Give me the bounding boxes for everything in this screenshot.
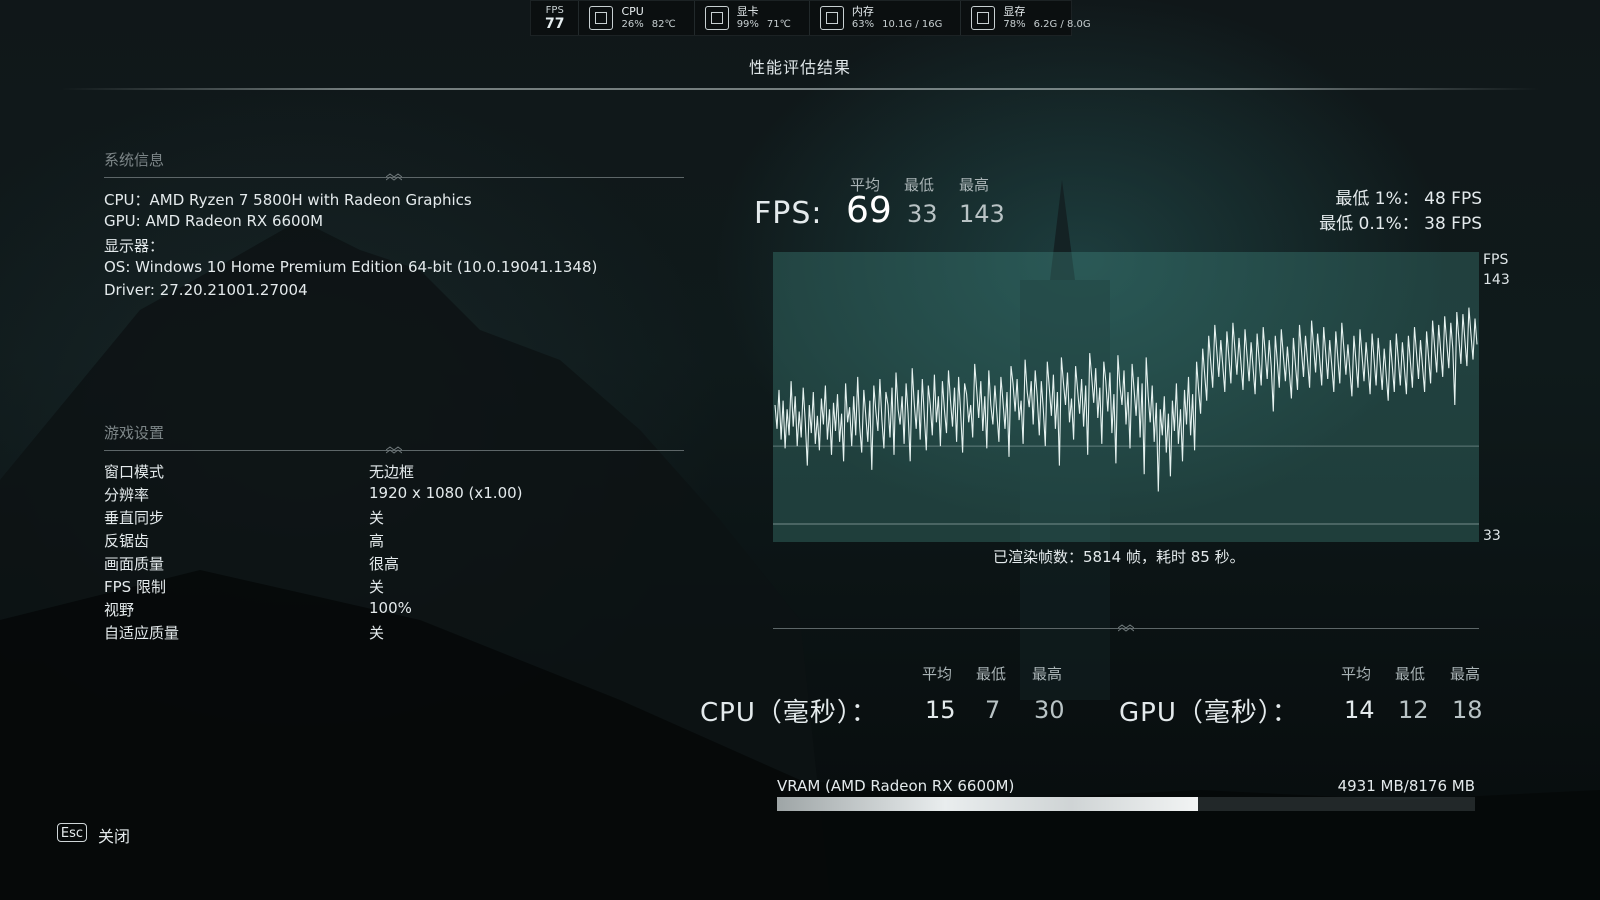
- setting-value-fps-limit: 关: [369, 578, 385, 596]
- overlay-gpu-usage: 99%: [736, 19, 759, 30]
- esc-key-hint[interactable]: Esc: [57, 823, 87, 842]
- overlay-vram: 显存 78% 6.2G / 8.0G: [961, 1, 1108, 35]
- fps-label: FPS:: [754, 196, 823, 231]
- divider-ornament-icon: [1118, 624, 1134, 632]
- chart-y-tick-max: 143: [1483, 272, 1510, 288]
- vram-label: VRAM (AMD Radeon RX 6600M): [777, 777, 1015, 795]
- cpu-frame-time-max: 30: [1034, 696, 1065, 724]
- overlay-gpu: 显卡 99% 71℃: [695, 1, 810, 35]
- vram-usage-fill: [777, 797, 1198, 811]
- cpu-min-header: 最低: [976, 665, 1007, 683]
- overlay-ram-usage: 63%: [851, 19, 875, 30]
- gpu-avg-header: 平均: [1341, 665, 1372, 683]
- setting-value-fov: 100%: [369, 599, 412, 617]
- overlay-ram-amount: 10.1G / 16G: [882, 19, 943, 30]
- setting-label-fps-limit: FPS 限制: [104, 578, 166, 596]
- game-settings-heading: 游戏设置: [104, 424, 165, 442]
- system-info-heading: 系统信息: [104, 151, 165, 169]
- gpu-frame-time-min: 12: [1398, 696, 1429, 724]
- close-button[interactable]: 关闭: [98, 823, 130, 847]
- chart-y-axis-label: FPS: [1483, 252, 1509, 268]
- overlay-vram-label: 显存: [1003, 5, 1026, 18]
- overlay-gpu-temp: 71℃: [766, 19, 791, 30]
- memory-icon: [819, 6, 844, 30]
- overlay-gpu-label: 显卡: [736, 5, 759, 18]
- setting-value-quality: 很高: [369, 555, 400, 573]
- fps-min-value: 33: [907, 200, 938, 228]
- overlay-ram-label: 内存: [851, 5, 874, 18]
- setting-value-window-mode: 无边框: [369, 463, 415, 481]
- overlay-cpu-usage: 26%: [621, 19, 644, 30]
- title-divider: [60, 88, 1540, 90]
- gpu-frame-time-label: GPU（毫秒）：: [1119, 698, 1299, 728]
- cpu-avg-header: 平均: [922, 665, 953, 683]
- cpu-max-header: 最高: [1032, 665, 1063, 683]
- fps-max-header: 最高: [959, 176, 990, 194]
- setting-value-adaptive-quality: 关: [369, 624, 385, 642]
- fps-max-value: 143: [959, 200, 1005, 228]
- system-info-cpu: CPU：AMD Ryzen 7 5800H with Radeon Graphi…: [104, 191, 472, 209]
- setting-label-adaptive-quality: 自适应质量: [104, 624, 180, 642]
- vram-icon: [971, 6, 996, 30]
- system-info-display: 显示器：: [104, 237, 165, 255]
- setting-value-resolution: 1920 x 1080 (x1.00): [369, 484, 523, 502]
- fps-avg-value: 69: [846, 190, 892, 231]
- setting-value-vsync: 关: [369, 509, 385, 527]
- gpu-frame-time-max: 18: [1452, 696, 1483, 724]
- setting-label-resolution: 分辨率: [104, 486, 150, 504]
- fps-low-01-percent: 最低 0.1%： 38 FPS: [1319, 214, 1482, 234]
- overlay-fps-value: 77: [545, 15, 565, 32]
- overlay-fps: FPS 77: [531, 1, 580, 35]
- vram-value: 4931 MB/8176 MB: [1337, 777, 1475, 795]
- overlay-fps-label: FPS: [545, 4, 564, 16]
- fps-min-header: 最低: [904, 176, 935, 194]
- setting-label-vsync: 垂直同步: [104, 509, 165, 527]
- setting-label-window-mode: 窗口模式: [104, 463, 165, 481]
- overlay-vram-amount: 6.2G / 8.0G: [1033, 19, 1091, 30]
- system-info-driver: Driver: 27.20.21001.27004: [104, 281, 308, 299]
- gpu-frame-time-avg: 14: [1344, 696, 1375, 724]
- divider-ornament-icon: [386, 173, 402, 181]
- system-info-os: OS: Windows 10 Home Premium Edition 64-b…: [104, 258, 598, 276]
- performance-overlay: FPS 77 CPU 26% 82℃ 显卡 99% 71℃ 内存 63% 10.1G …: [530, 0, 1091, 36]
- chart-y-tick-min: 33: [1483, 528, 1501, 544]
- rendered-frames-summary: 已渲染帧数：5814 帧，耗时 85 秒。: [993, 548, 1245, 566]
- game-settings-divider: [104, 446, 684, 454]
- overlay-ram: 内存 63% 10.1G / 16G: [810, 1, 962, 35]
- gpu-card-icon: [704, 6, 729, 30]
- cpu-frame-time-avg: 15: [925, 696, 956, 724]
- setting-label-antialiasing: 反锯齿: [104, 532, 150, 550]
- setting-value-antialiasing: 高: [369, 532, 385, 550]
- overlay-cpu-label: CPU: [621, 5, 644, 18]
- overlay-cpu: CPU 26% 82℃: [579, 1, 695, 35]
- stats-divider: [773, 624, 1479, 632]
- fps-chart: [773, 252, 1479, 542]
- setting-label-fov: 视野: [104, 601, 135, 619]
- overlay-cpu-temp: 82℃: [651, 19, 676, 30]
- overlay-vram-usage: 78%: [1003, 19, 1026, 30]
- gpu-min-header: 最低: [1395, 665, 1426, 683]
- cpu-frame-time-label: CPU（毫秒）：: [700, 698, 878, 728]
- setting-label-quality: 画面质量: [104, 555, 165, 573]
- fps-low-1-percent: 最低 1%： 48 FPS: [1335, 189, 1482, 209]
- cpu-chip-icon: [589, 6, 614, 30]
- system-info-gpu: GPU: AMD Radeon RX 6600M: [104, 212, 324, 230]
- system-info-divider: [104, 173, 684, 181]
- page-title: 性能评估结果: [748, 58, 851, 77]
- cpu-frame-time-min: 7: [985, 696, 1001, 724]
- gpu-max-header: 最高: [1450, 665, 1481, 683]
- divider-ornament-icon: [386, 446, 402, 454]
- vram-usage-bar: [777, 797, 1475, 811]
